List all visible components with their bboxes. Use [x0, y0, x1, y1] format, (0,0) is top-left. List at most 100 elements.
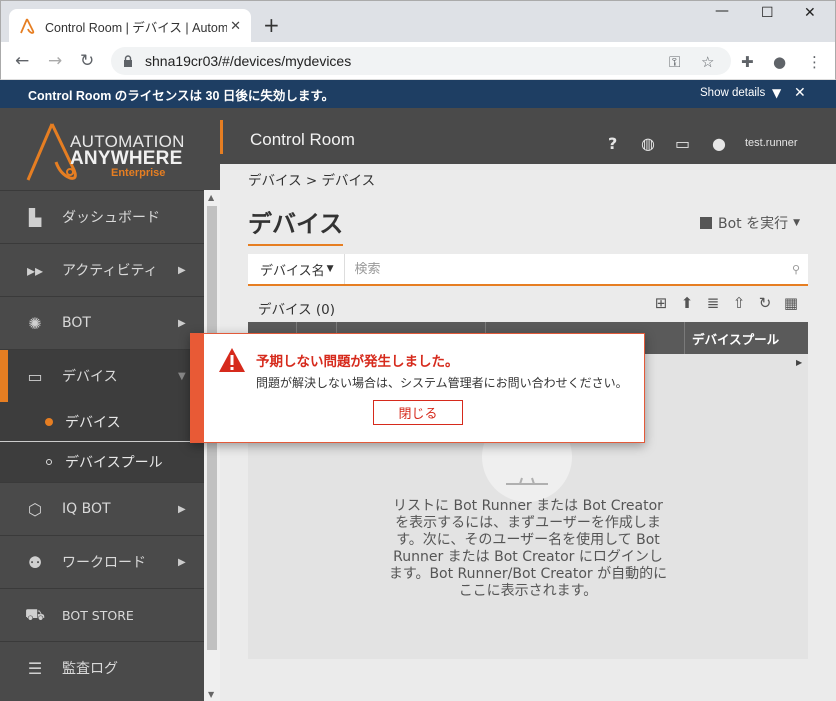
- bot-icon: ✺: [28, 313, 42, 333]
- sidebar-item-dashboard[interactable]: ▙ ダッシュボード: [0, 190, 204, 243]
- maximize-icon[interactable]: ☐: [761, 5, 774, 21]
- bookmark-star-icon[interactable]: ☆: [701, 53, 714, 71]
- table-toolbar: ⊞ ⬆ ≣ ⇧ ↻ ▦: [652, 294, 800, 312]
- sidebar-item-iq-bot[interactable]: ⬡ IQ BOT ▶: [0, 482, 204, 535]
- sidebar-item-label: アクティビティ: [62, 263, 158, 279]
- scroll-down-icon[interactable]: ▼: [208, 690, 214, 699]
- export-icon[interactable]: ⇧: [730, 294, 748, 312]
- error-dialog: 予期しない問題が発生しました。 問題が解決しない場合は、システム管理者にお問い合…: [190, 333, 645, 443]
- device-count: デバイス (0): [258, 302, 336, 318]
- chevron-down-icon: ▼: [178, 370, 186, 382]
- column-divider: [684, 322, 685, 354]
- sidebar-subitem-label: デバイス: [65, 414, 121, 431]
- run-bot-button[interactable]: Bot を実行 ▼: [700, 213, 800, 233]
- sidebar-item-bot[interactable]: ✺ BOT ▶: [0, 296, 204, 349]
- sidebar-item-label: BOT: [62, 315, 91, 331]
- cart-icon: ⛟: [24, 604, 46, 624]
- warning-icon: [219, 348, 245, 372]
- sidebar-item-label: IQ BOT: [62, 501, 111, 517]
- sidebar-item-label: 監査ログ: [62, 661, 118, 677]
- chevron-down-icon[interactable]: ▼: [772, 86, 781, 100]
- username[interactable]: test.runner: [745, 137, 798, 149]
- search-icon[interactable]: ⚲: [792, 263, 800, 276]
- tab-title: Control Room | デバイス | Automation Anywher…: [45, 20, 227, 35]
- chevron-down-icon: ▼: [326, 264, 334, 274]
- sidebar-subitem-devices[interactable]: デバイス: [0, 402, 190, 442]
- forward-icon[interactable]: →: [48, 51, 62, 71]
- app-title: Control Room: [250, 130, 355, 149]
- user-icon[interactable]: ●: [712, 134, 726, 153]
- banner-close-icon[interactable]: ✕: [794, 85, 806, 101]
- page-title: デバイス: [248, 204, 344, 246]
- activity-icon: ▸▸: [26, 260, 44, 280]
- address-bar: ← → ↻ shna19cr03/#/devices/mydevices ⚿ ☆…: [0, 42, 836, 80]
- profile-icon[interactable]: ●: [773, 53, 786, 71]
- search-input[interactable]: [354, 261, 775, 277]
- browser-tab-bar: Control Room | デバイス | Automation Anywher…: [0, 0, 836, 43]
- upload-circle-icon[interactable]: ⬆: [678, 294, 696, 312]
- sidebar-subitem-device-pools[interactable]: デバイスプール: [0, 442, 204, 482]
- window-close-icon[interactable]: ✕: [804, 5, 816, 21]
- browser-menu-icon[interactable]: ⋮: [807, 53, 822, 71]
- key-icon[interactable]: ⚿: [669, 53, 680, 71]
- sidebar-item-bot-store[interactable]: ⛟ BOT STORE: [0, 588, 204, 641]
- automation-anywhere-favicon: [20, 18, 35, 34]
- url-text: shna19cr03/#/devices/mydevices: [145, 53, 352, 69]
- sidebar-subitem-label: デバイスプール: [65, 455, 163, 471]
- browser-tab[interactable]: Control Room | デバイス | Automation Anywher…: [9, 9, 251, 43]
- dashboard-icon: ▙: [28, 207, 42, 227]
- list-icon: ☰: [27, 658, 43, 678]
- sidebar-item-activity[interactable]: ▸▸ アクティビティ ▶: [0, 243, 204, 296]
- extensions-icon[interactable]: ✚: [741, 53, 754, 71]
- url-field[interactable]: shna19cr03/#/devices/mydevices: [111, 47, 731, 75]
- sidebar-scrollbar[interactable]: ▲ ▼: [204, 190, 220, 701]
- selected-dot-icon: [45, 417, 53, 426]
- chevron-down-icon: ▼: [793, 218, 801, 228]
- show-details-link[interactable]: Show details: [700, 87, 765, 99]
- sidebar-item-label: ワークロード: [62, 555, 146, 571]
- sidebar-item-label: BOT STORE: [62, 607, 134, 623]
- minimize-icon[interactable]: —: [715, 3, 729, 19]
- reload-icon[interactable]: ↻: [80, 51, 94, 71]
- play-icon: [700, 217, 712, 229]
- back-icon[interactable]: ←: [15, 51, 29, 71]
- chevron-right-icon: ▶: [178, 264, 186, 276]
- sidebar: AUTOMATION ANYWHERE Enterprise ▙ ダッシュボード…: [0, 108, 220, 701]
- search-bar: デバイス名 ▼ ⚲: [248, 254, 808, 286]
- license-banner: Control Room のライセンスは 30 日後に失効します。 Show d…: [0, 80, 836, 108]
- chevron-right-icon: ▶: [178, 556, 186, 568]
- sidebar-item-audit-log[interactable]: ☰ 監査ログ: [0, 641, 204, 694]
- scroll-up-icon[interactable]: ▲: [208, 193, 214, 202]
- app-header: Control Room ? ◍ ▭ ● test.runner: [220, 108, 836, 164]
- refresh-icon[interactable]: ↻: [756, 294, 774, 312]
- unselected-dot-icon: [46, 459, 52, 465]
- grid-icon[interactable]: ▦: [782, 294, 800, 312]
- run-bot-label: Bot を実行: [718, 216, 789, 232]
- column-header-device-pool[interactable]: デバイスプール: [692, 322, 779, 354]
- list-add-icon[interactable]: ≣: [704, 294, 722, 312]
- sidebar-item-workload[interactable]: ⚉ ワークロード ▶: [0, 535, 204, 588]
- laptop-icon[interactable]: ▭: [675, 134, 690, 153]
- license-warning-text: Control Room のライセンスは 30 日後に失効します。: [28, 88, 335, 103]
- add-device-icon[interactable]: ⊞: [652, 294, 670, 312]
- logo: AUTOMATION ANYWHERE Enterprise: [0, 108, 220, 190]
- sidebar-item-devices[interactable]: ▭ デバイス ▼: [0, 349, 204, 402]
- empty-state-message: リストに Bot Runner または Bot Creator を表示するには、…: [388, 498, 668, 599]
- search-field-dropdown[interactable]: デバイス名 ▼: [248, 254, 345, 284]
- new-tab-button[interactable]: +: [263, 13, 280, 37]
- error-message: 問題が解決しない場合は、システム管理者にお問い合わせください。: [256, 376, 628, 390]
- sidebar-item-label: ダッシュボード: [62, 210, 160, 226]
- help-icon[interactable]: ?: [608, 134, 617, 153]
- lock-icon: [124, 55, 132, 67]
- close-tab-icon[interactable]: ✕: [230, 19, 241, 34]
- scroll-right-icon[interactable]: ▶: [796, 358, 802, 367]
- sidebar-nav: ▙ ダッシュボード ▸▸ アクティビティ ▶ ✺ BOT ▶ ▭ デバイス ▼ …: [0, 190, 204, 694]
- error-title: 予期しない問題が発生しました。: [256, 354, 459, 370]
- laptop-icon: ▭: [27, 366, 43, 386]
- chevron-right-icon: ▶: [178, 503, 186, 515]
- workload-icon: ⚉: [27, 552, 43, 572]
- globe-icon[interactable]: ◍: [641, 134, 655, 153]
- breadcrumb: デバイス > デバイス: [248, 173, 376, 189]
- search-field-label: デバイス名: [260, 263, 325, 279]
- close-button[interactable]: 閉じる: [373, 400, 463, 425]
